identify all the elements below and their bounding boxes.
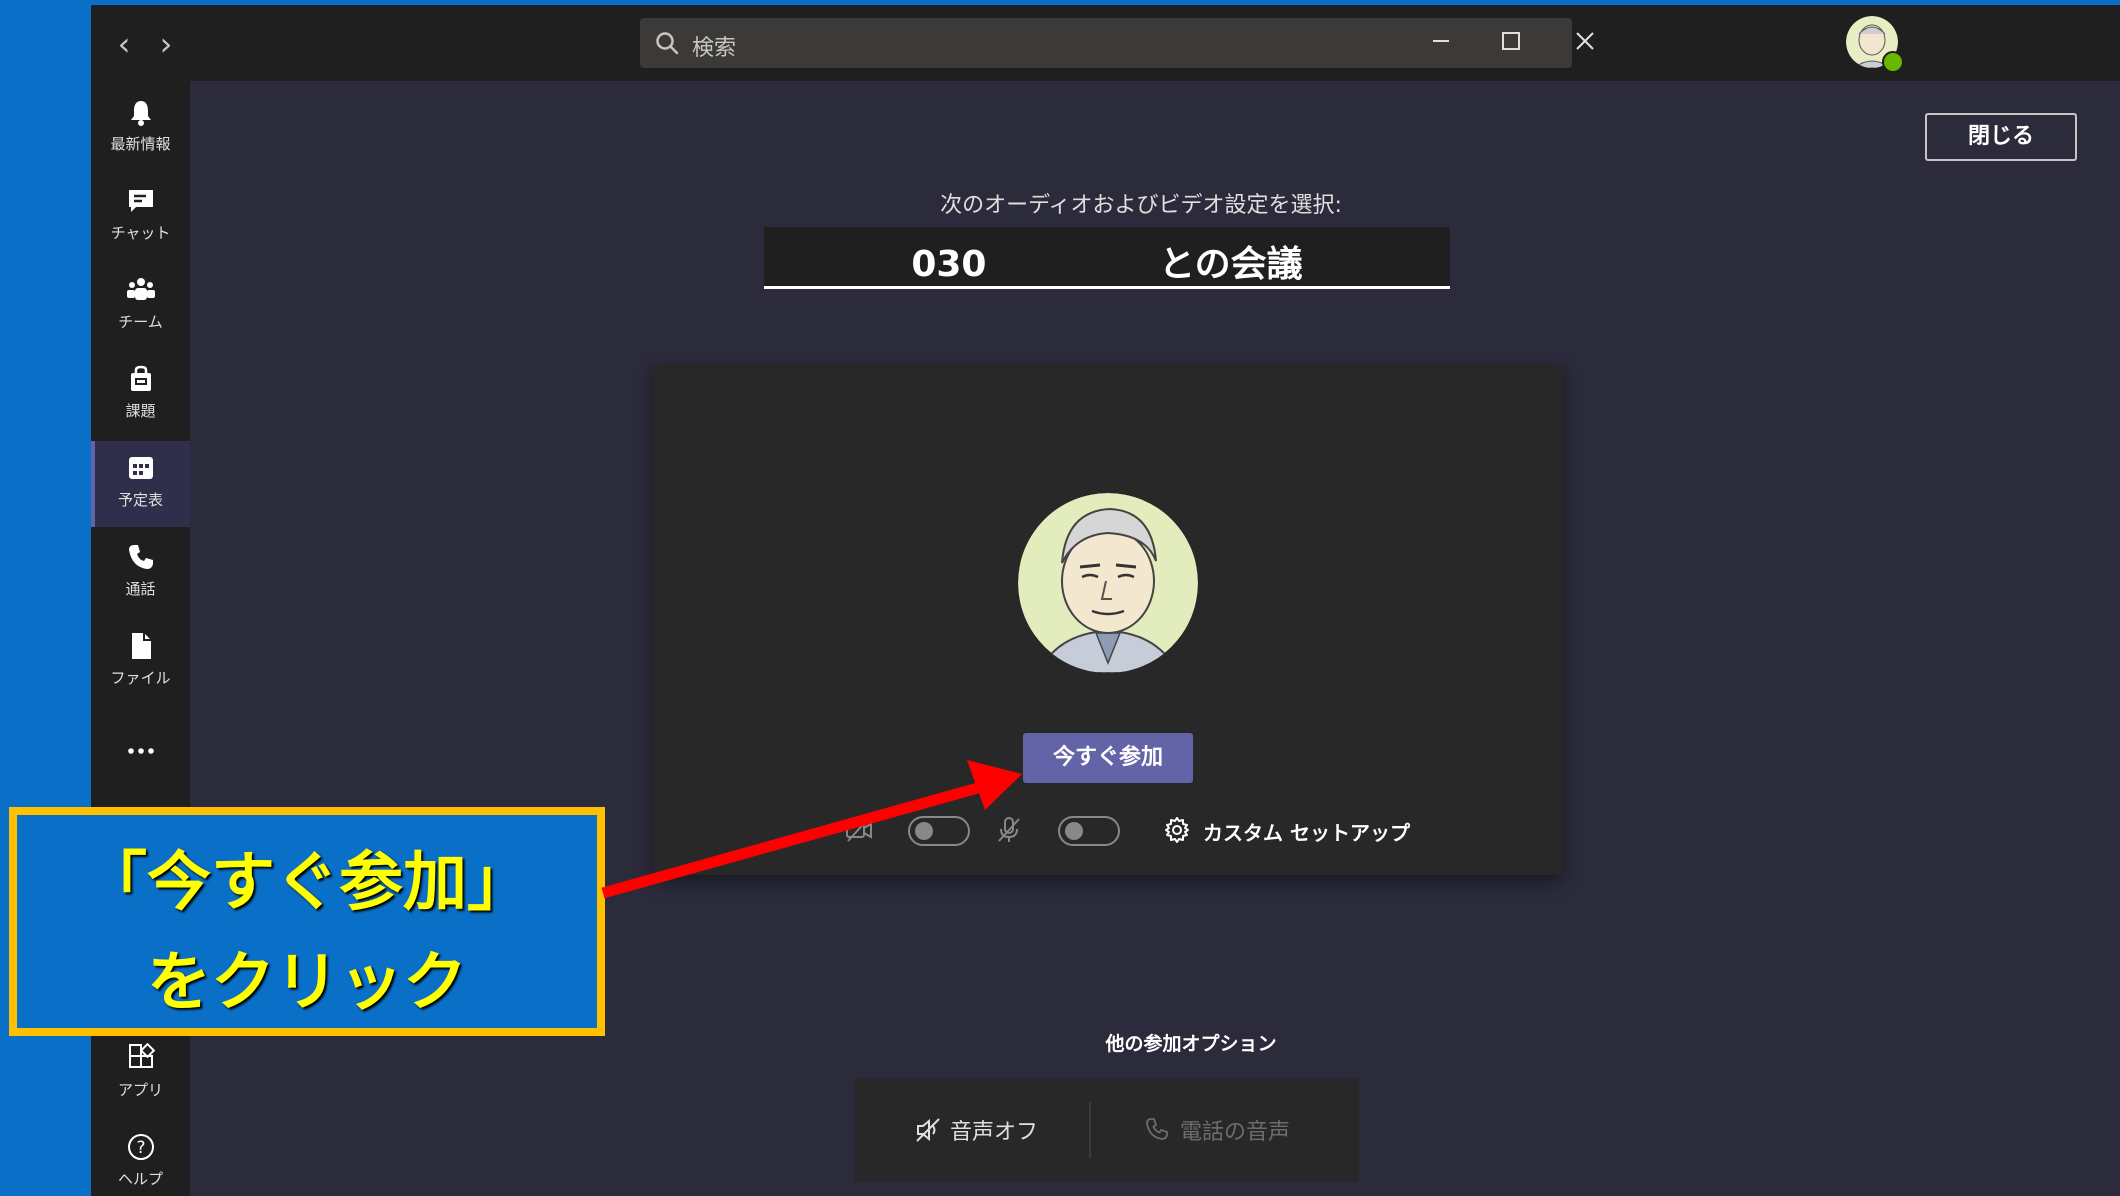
pointer-arrow xyxy=(601,760,1022,899)
